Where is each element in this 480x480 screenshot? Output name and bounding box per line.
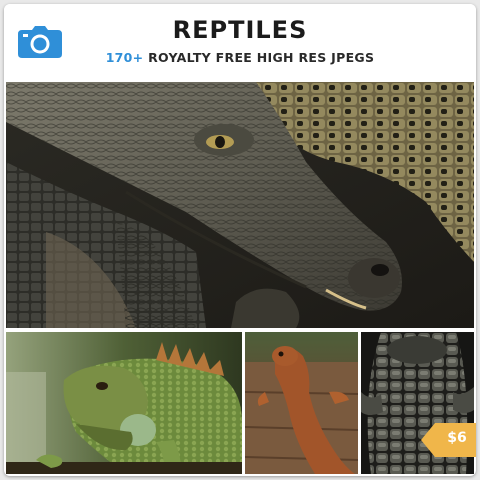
product-card: REPTILES 170+ ROYALTY FREE HIGH RES JPEG… bbox=[4, 4, 476, 476]
green-iguana-image bbox=[6, 332, 242, 474]
crocodile-closeup-image bbox=[6, 82, 474, 328]
price-label: $6 bbox=[447, 430, 467, 446]
subtitle-text: ROYALTY FREE HIGH RES JPEGS bbox=[143, 50, 375, 65]
page-title: REPTILES bbox=[172, 16, 308, 44]
subtitle: 170+ ROYALTY FREE HIGH RES JPEGS bbox=[4, 50, 476, 65]
image-count: 170+ bbox=[105, 50, 144, 65]
brown-lizard-image bbox=[245, 332, 358, 474]
header: REPTILES 170+ ROYALTY FREE HIGH RES JPEG… bbox=[4, 4, 476, 80]
price-tag[interactable]: $6 bbox=[421, 423, 476, 457]
